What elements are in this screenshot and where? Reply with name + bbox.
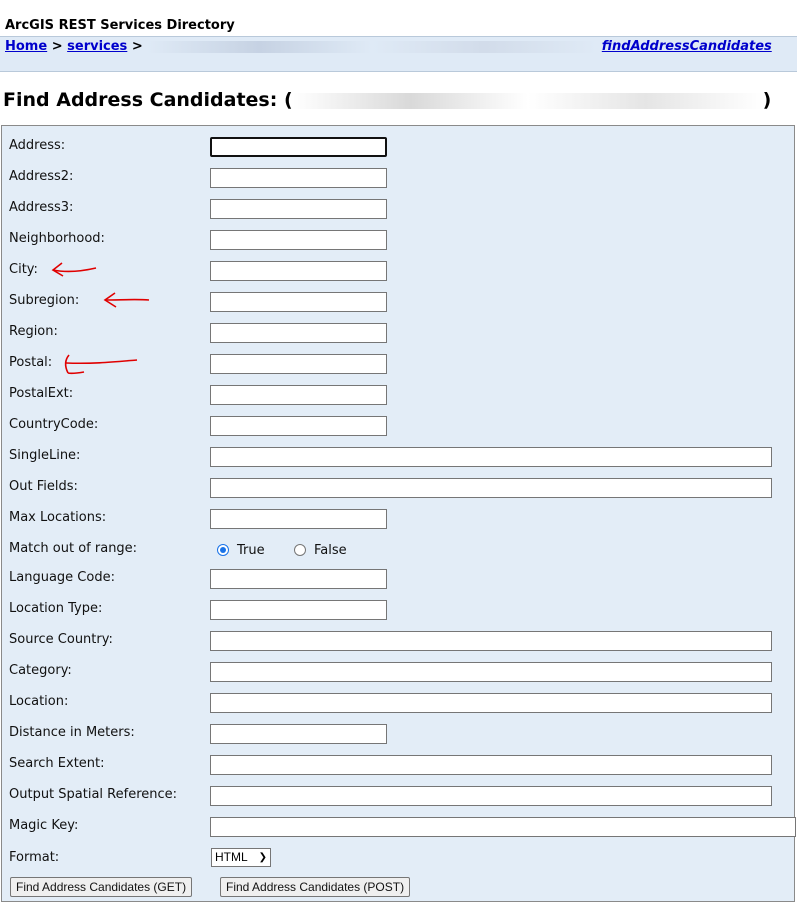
outfields-label: Out Fields: xyxy=(9,479,78,494)
match-false-label: False xyxy=(314,543,347,558)
match-true-radio[interactable] xyxy=(217,544,229,556)
format-selected-value: HTML xyxy=(215,850,248,864)
find-candidates-post-button[interactable]: Find Address Candidates (POST) xyxy=(220,877,411,897)
locationtype-label: Location Type: xyxy=(9,601,103,616)
magickey-input[interactable] xyxy=(210,817,796,837)
breadcrumb-separator: > xyxy=(47,39,68,54)
region-label: Region: xyxy=(9,324,58,339)
app-title: ArcGIS REST Services Directory xyxy=(5,18,235,33)
chevron-down-icon: ❯ xyxy=(258,852,267,863)
maxlocations-label: Max Locations: xyxy=(9,510,107,525)
breadcrumb-services-link[interactable]: services xyxy=(67,39,127,54)
subregion-input[interactable] xyxy=(210,292,387,312)
match-false-radio[interactable] xyxy=(294,544,306,556)
address3-input[interactable] xyxy=(210,199,387,219)
singleline-label: SingleLine: xyxy=(9,448,81,463)
address2-label: Address2: xyxy=(9,169,74,184)
searchextent-input[interactable] xyxy=(210,755,772,775)
breadcrumb-current-link[interactable]: findAddressCandidates xyxy=(602,39,772,54)
subregion-label: Subregion: xyxy=(9,293,80,308)
outsr-input[interactable] xyxy=(210,786,772,806)
red-arrow-annotation-postal xyxy=(64,354,138,375)
magickey-label: Magic Key: xyxy=(9,818,79,833)
distance-input[interactable] xyxy=(210,724,387,744)
page-title: Find Address Candidates: () xyxy=(3,89,771,111)
matchoutofrange-label: Match out of range: xyxy=(9,541,138,556)
breadcrumb-separator: > xyxy=(127,39,148,54)
breadcrumb: Home > services > findAddressCandidates xyxy=(5,39,772,54)
region-input[interactable] xyxy=(210,323,387,343)
outfields-input[interactable] xyxy=(210,478,772,498)
breadcrumb-bar: Home > services > findAddressCandidates xyxy=(0,36,797,72)
page-title-text: Find Address Candidates: ( xyxy=(3,89,293,111)
sourcecountry-label: Source Country: xyxy=(9,632,113,647)
searchextent-label: Search Extent: xyxy=(9,756,105,771)
format-label: Format: xyxy=(9,850,60,865)
redacted-breadcrumb xyxy=(147,40,598,53)
maxlocations-input[interactable] xyxy=(210,509,387,529)
redacted-service-name xyxy=(292,92,763,109)
languagecode-label: Language Code: xyxy=(9,570,115,585)
neighborhood-label: Neighborhood: xyxy=(9,231,105,246)
breadcrumb-home-link[interactable]: Home xyxy=(5,39,47,54)
city-label: City: xyxy=(9,262,38,277)
address2-input[interactable] xyxy=(210,168,387,188)
languagecode-input[interactable] xyxy=(210,569,387,589)
page-title-close-paren: ) xyxy=(762,89,772,111)
find-candidates-get-button[interactable]: Find Address Candidates (GET) xyxy=(10,877,193,897)
neighborhood-input[interactable] xyxy=(210,230,387,250)
sourcecountry-input[interactable] xyxy=(210,631,772,651)
category-input[interactable] xyxy=(210,662,772,682)
countrycode-input[interactable] xyxy=(210,416,387,436)
postal-label: Postal: xyxy=(9,355,53,370)
red-arrow-annotation-subregion xyxy=(103,292,150,308)
postal-input[interactable] xyxy=(210,354,387,374)
address3-label: Address3: xyxy=(9,200,74,215)
category-label: Category: xyxy=(9,663,72,678)
locationtype-input[interactable] xyxy=(210,600,387,620)
location-input[interactable] xyxy=(210,693,772,713)
city-input[interactable] xyxy=(210,261,387,281)
singleline-input[interactable] xyxy=(210,447,772,467)
red-arrow-annotation-city xyxy=(51,262,97,277)
postalext-input[interactable] xyxy=(210,385,387,405)
outsr-label: Output Spatial Reference: xyxy=(9,787,178,802)
address-input[interactable] xyxy=(210,137,387,157)
location-label: Location: xyxy=(9,694,69,709)
postalext-label: PostalExt: xyxy=(9,386,74,401)
match-true-label: True xyxy=(237,543,265,558)
format-select[interactable]: HTML ❯ xyxy=(211,848,271,867)
address-label: Address: xyxy=(9,138,66,153)
countrycode-label: CountryCode: xyxy=(9,417,99,432)
distance-label: Distance in Meters: xyxy=(9,725,135,740)
